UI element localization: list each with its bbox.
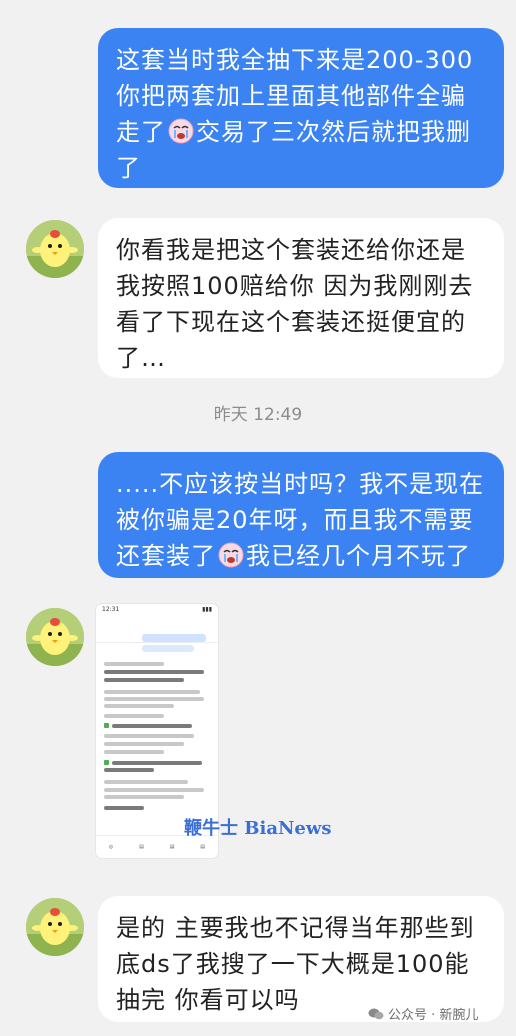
- screenshot-text-line: [104, 697, 204, 701]
- screenshot-text-line: [104, 780, 188, 784]
- message-bubble-outgoing-2[interactable]: .....不应该按当时吗？我不是现在 被你骗是20年呀，而且我不需要 还套装了 …: [98, 452, 504, 578]
- menu-icon: ▤: [169, 844, 175, 850]
- screenshot-text-line: [112, 724, 192, 728]
- screenshot-status-bar: 12:31 ▮▮▮: [96, 604, 218, 620]
- message-line: 你把两套加上里面其他部件全骗: [116, 82, 466, 110]
- screenshot-text-line: [104, 742, 184, 746]
- message-line: 是的 主要我也不记得当年那些到: [116, 914, 475, 942]
- screenshot-text-line: [104, 795, 184, 799]
- screenshot-status-time: 12:31: [102, 606, 120, 613]
- screenshot-text-line: [104, 690, 200, 694]
- screenshot-text-line: [104, 750, 164, 754]
- screenshot-text-line: [112, 761, 202, 765]
- menu-icon: ▤: [139, 844, 144, 850]
- screenshot-text-line: [104, 714, 164, 718]
- message-line: 我按照100赔给你 因为我刚刚去: [116, 272, 474, 300]
- chick-avatar-icon: [26, 220, 84, 278]
- message-text: 走了: [116, 118, 166, 146]
- camera-icon: ◎: [108, 844, 114, 850]
- screenshot-text-line: [104, 678, 184, 682]
- screenshot-text-line: [104, 768, 154, 772]
- chick-avatar-icon: [26, 608, 84, 666]
- screenshot-text-line: [104, 734, 194, 738]
- check-icon: [104, 760, 109, 765]
- avatar[interactable]: [26, 608, 84, 666]
- message-text: 我已经几个月不玩了: [246, 542, 471, 570]
- message-line: 被你骗是20年呀，而且我不需要: [116, 506, 474, 534]
- wechat-icon: [368, 1008, 384, 1019]
- crying-face-icon: [218, 542, 244, 568]
- message-line: 这套当时我全抽下来是200-300: [116, 46, 474, 74]
- message-line: 了…: [116, 344, 166, 372]
- avatar[interactable]: [26, 898, 84, 956]
- signal-icon: ▮▮▮: [202, 606, 212, 613]
- timestamp: 昨天 12:49: [213, 405, 303, 425]
- message-line: 走了 交易了三次然后就把我删: [116, 114, 486, 150]
- message-line: 看了下现在这个套装还挺便宜的: [116, 308, 466, 336]
- message-line: 还套装了 我已经几个月不玩了: [116, 538, 486, 574]
- screenshot-text-line: [104, 806, 144, 810]
- message-line: 你看我是把这个套装还给你还是: [116, 236, 466, 264]
- footer-text: 公众号 · 新腕儿: [388, 1008, 479, 1023]
- screenshot-text-line: [104, 788, 204, 792]
- message-line: .....不应该按当时吗？我不是现在: [116, 470, 485, 498]
- avatar[interactable]: [26, 220, 84, 278]
- message-text: 交易了三次然后就把我删: [196, 118, 471, 146]
- watermark: 鞭牛士 BiaNews: [184, 818, 332, 839]
- check-icon: [104, 723, 109, 728]
- message-text: 还套装了: [116, 542, 216, 570]
- message-line: 了: [116, 154, 141, 182]
- screenshot-text-line: [104, 704, 174, 708]
- chick-avatar-icon: [26, 898, 84, 956]
- message-bubble-incoming-1[interactable]: 你看我是把这个套装还给你还是 我按照100赔给你 因为我刚刚去 看了下现在这个套…: [98, 218, 504, 378]
- message-bubble-outgoing-1[interactable]: 这套当时我全抽下来是200-300 你把两套加上里面其他部件全骗 走了 交易了三…: [98, 28, 504, 188]
- screenshot-blue-bubble: [142, 645, 194, 652]
- footer-watermark: 公众号 · 新腕儿: [368, 1004, 478, 1023]
- screenshot-text-line: [104, 670, 204, 674]
- menu-icon: ▤: [200, 844, 206, 850]
- message-line: 底ds了我搜了一下大概是100能: [116, 950, 470, 978]
- screenshot-blue-bubble: [142, 634, 206, 642]
- screenshot-text-line: [104, 662, 164, 666]
- crying-face-icon: [168, 118, 194, 144]
